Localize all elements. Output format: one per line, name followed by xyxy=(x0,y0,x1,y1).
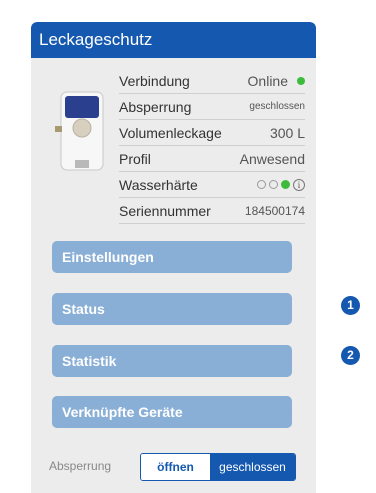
shutoff-label: Absperrung xyxy=(119,98,192,115)
callout-marker-2: 2 xyxy=(341,346,360,365)
panel-title: Leckageschutz xyxy=(31,22,316,58)
serial-number-row: Seriennummer 184500174 xyxy=(119,198,305,224)
water-hardness-row: Wasserhärte i xyxy=(119,172,305,198)
volume-leak-label: Volumenleckage xyxy=(119,124,222,141)
connection-value: Online xyxy=(247,72,288,89)
profile-label: Profil xyxy=(119,150,151,167)
shutoff-value: geschlossen xyxy=(249,101,305,112)
connection-row: Verbindung Online xyxy=(119,68,305,94)
shutoff-control-label: Absperrung xyxy=(49,459,112,473)
device-image xyxy=(53,88,111,174)
settings-button[interactable]: Einstellungen xyxy=(52,241,292,273)
statistics-button[interactable]: Statistik xyxy=(52,345,292,377)
status-button[interactable]: Status xyxy=(52,293,292,325)
profile-value: Anwesend xyxy=(239,150,305,167)
water-hardness-indicator: i xyxy=(257,178,305,191)
callout-marker-1: 1 xyxy=(341,296,360,315)
leak-protection-panel: Leckageschutz Verbindung Online Absperru… xyxy=(31,22,316,493)
hardness-level-1-icon xyxy=(257,180,266,189)
online-status-dot-icon xyxy=(297,76,305,85)
water-hardness-label: Wasserhärte xyxy=(119,176,198,193)
close-valve-button[interactable]: geschlossen xyxy=(210,454,295,480)
profile-row: Profil Anwesend xyxy=(119,146,305,172)
volume-leak-row: Volumenleckage 300 L xyxy=(119,120,305,146)
serial-number-value: 184500174 xyxy=(244,203,305,218)
shutoff-toggle[interactable]: öffnen geschlossen xyxy=(140,453,296,481)
linked-devices-button[interactable]: Verknüpfte Geräte xyxy=(52,396,292,428)
hardness-level-3-icon xyxy=(281,180,290,189)
serial-number-label: Seriennummer xyxy=(119,202,211,219)
volume-leak-value: 300 L xyxy=(269,124,305,141)
shutoff-row: Absperrung geschlossen xyxy=(119,94,305,120)
connection-label: Verbindung xyxy=(119,72,190,89)
hardness-level-2-icon xyxy=(269,180,278,189)
info-icon[interactable]: i xyxy=(293,178,305,191)
device-info-table: Verbindung Online Absperrung geschlossen… xyxy=(119,68,305,224)
open-valve-button[interactable]: öffnen xyxy=(141,454,210,480)
